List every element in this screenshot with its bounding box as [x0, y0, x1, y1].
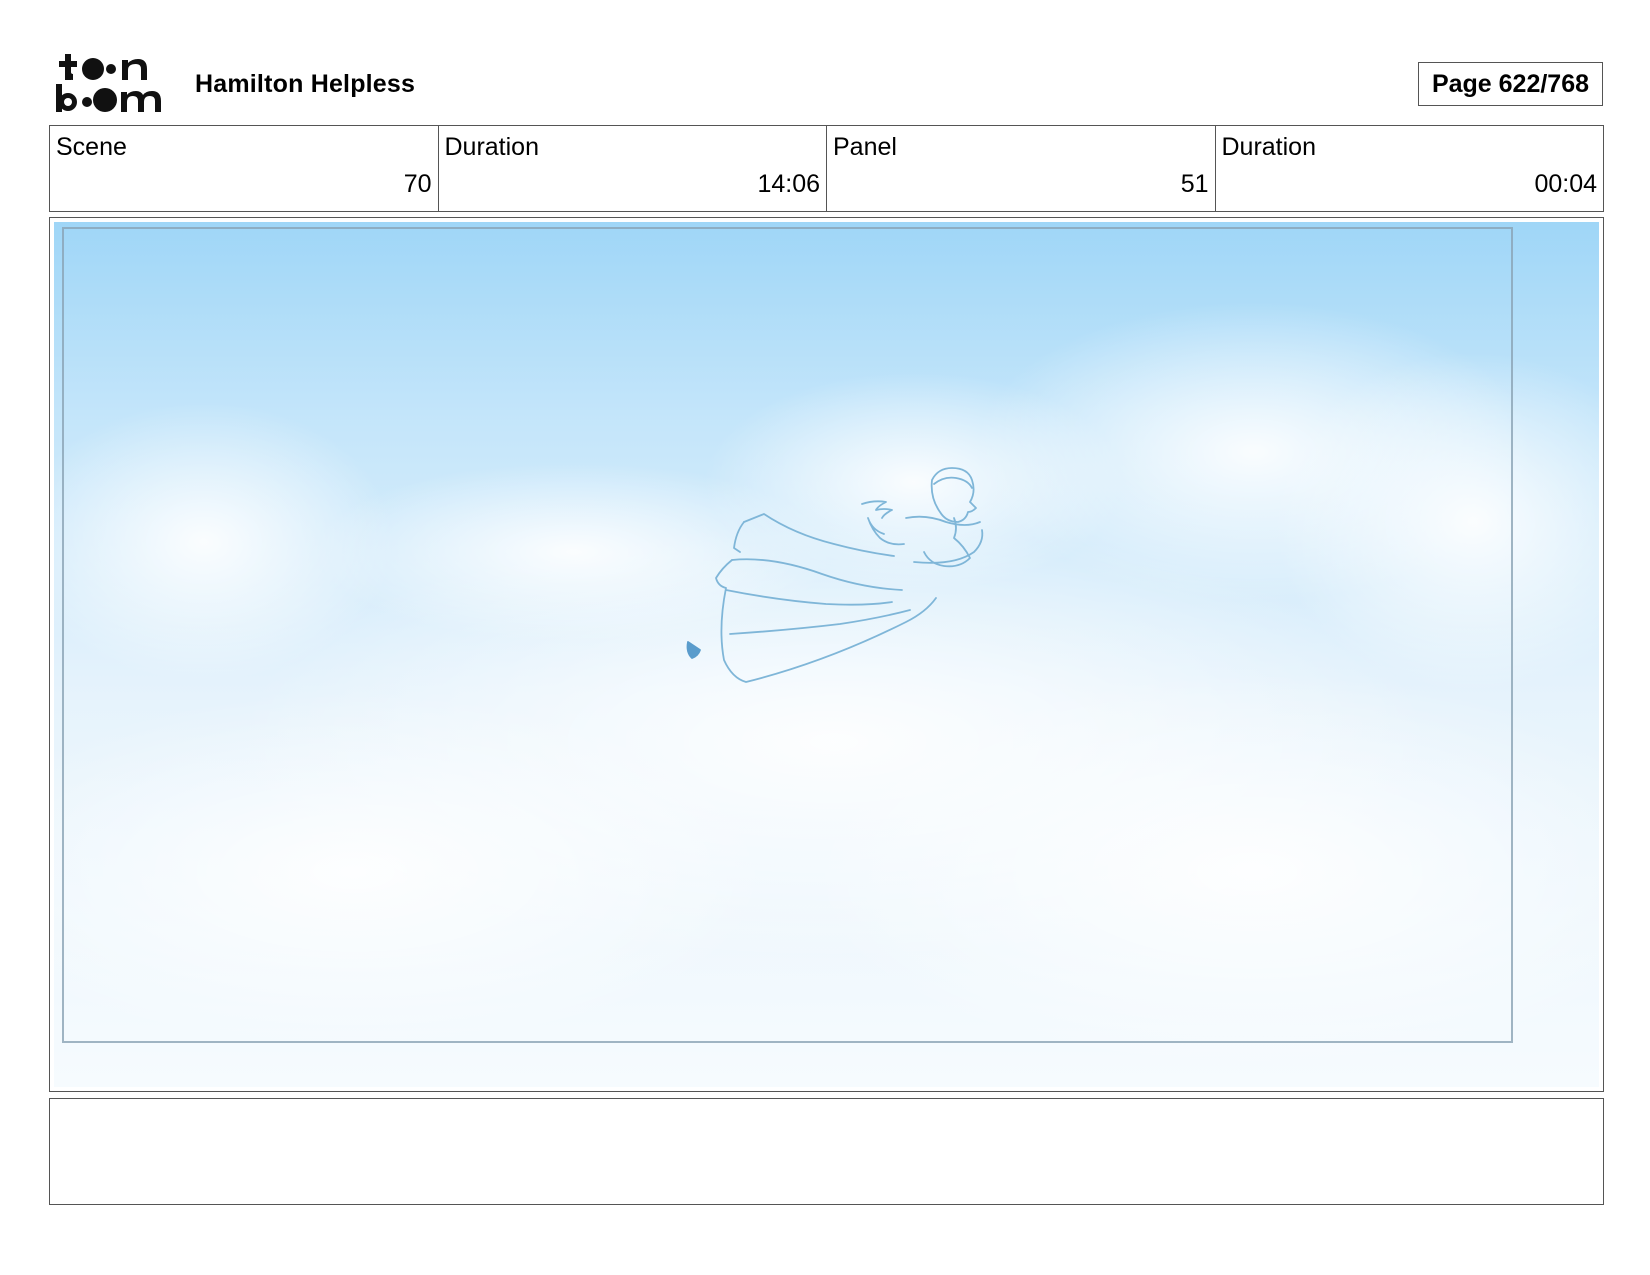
panel-duration-value: 00:04	[1534, 170, 1597, 198]
scene-duration-cell: Duration 14:06	[439, 126, 827, 211]
scene-cell: Scene 70	[50, 126, 439, 211]
panel-duration-label: Duration	[1221, 133, 1317, 161]
scene-value: 70	[403, 170, 432, 198]
panel-duration-cell: Duration 00:04	[1216, 126, 1604, 211]
storyboard-panel	[49, 217, 1604, 1092]
page-indicator: Page 622/768	[1418, 62, 1603, 106]
toon-boom-logo	[54, 52, 172, 114]
scene-duration-label: Duration	[444, 133, 540, 161]
scene-duration-value: 14:06	[757, 170, 820, 198]
panel-notes-box	[49, 1098, 1604, 1205]
scene-info-table: Scene 70 Duration 14:06 Panel 51 Duratio…	[49, 125, 1604, 212]
panel-artwork	[54, 222, 1599, 1087]
scene-label: Scene	[56, 133, 127, 161]
panel-cell: Panel 51	[827, 126, 1216, 211]
panel-value: 51	[1180, 170, 1209, 198]
panel-label: Panel	[833, 133, 897, 161]
project-title: Hamilton Helpless	[195, 70, 416, 98]
